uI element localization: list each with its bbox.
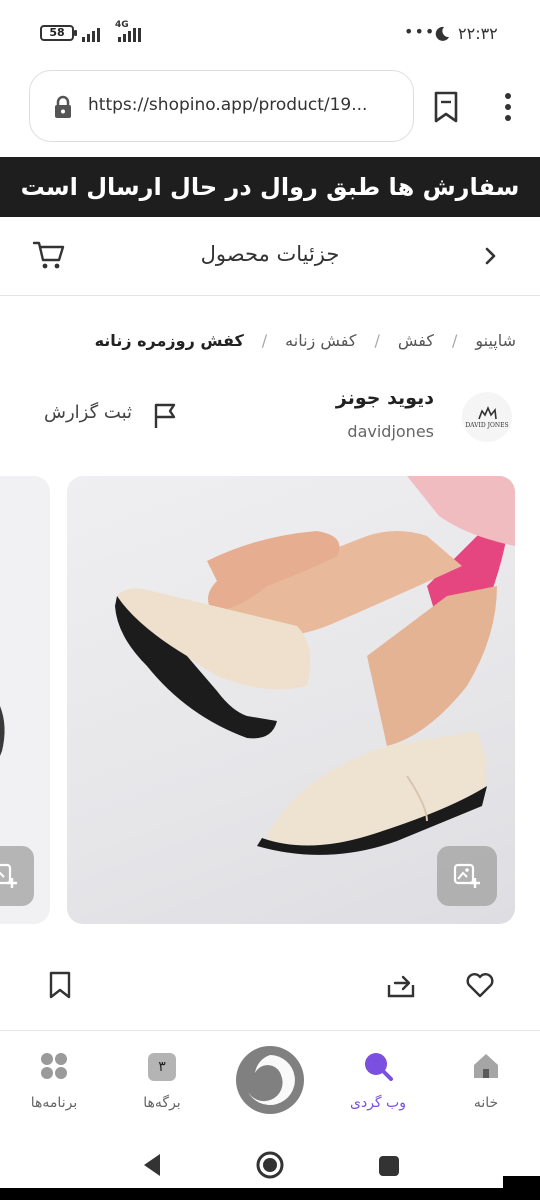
nav-browse-label: وب گردی — [350, 1095, 406, 1111]
add-image-button[interactable] — [437, 846, 497, 906]
announcement-banner: سفارش ها طبق روال در حال ارسال است — [0, 157, 540, 217]
bottom-navigation: برنامه‌ها ۳ برگه‌ها وب گردی خانه — [0, 1030, 540, 1134]
nav-tabs-label: برگه‌ها — [143, 1095, 181, 1111]
search-icon — [365, 1053, 393, 1081]
battery-icon: 58 — [40, 25, 77, 41]
back-icon[interactable] — [140, 1152, 164, 1178]
banner-text: سفارش ها طبق روال در حال ارسال است — [20, 173, 520, 201]
url-text[interactable]: https://shopino.app/product/19... — [88, 95, 367, 115]
bookmark-add-icon[interactable] — [432, 90, 460, 124]
nav-tabs[interactable]: ۳ برگه‌ها — [112, 1031, 212, 1135]
flag-icon[interactable] — [152, 402, 178, 430]
nav-logo[interactable] — [220, 1031, 320, 1135]
chevron-right-icon[interactable] — [484, 246, 498, 266]
brand-logo[interactable]: DAVID JONES — [462, 392, 512, 442]
page-title: جزئیات محصول — [200, 242, 340, 266]
brand-logo-mark — [478, 405, 497, 420]
recents-icon[interactable] — [377, 1154, 401, 1178]
breadcrumb-separator: / — [261, 331, 268, 350]
brand-name[interactable]: دیوید جونز — [336, 387, 434, 409]
logo-icon — [236, 1046, 304, 1114]
breadcrumb-separator: / — [451, 331, 458, 350]
status-time: ۲۲:۳۲ — [458, 24, 498, 43]
bookmark-icon — [49, 971, 71, 999]
signal-icon — [82, 26, 100, 42]
product-image-previous[interactable] — [0, 476, 50, 924]
add-image-icon — [453, 863, 480, 888]
notification-dots: ••• — [404, 22, 436, 41]
nav-apps[interactable]: برنامه‌ها — [4, 1031, 104, 1135]
breadcrumb-separator: / — [374, 331, 380, 350]
share-icon — [387, 975, 415, 998]
screen-edge-corner — [503, 1176, 540, 1200]
moon-icon — [435, 26, 449, 41]
breadcrumb-item-casual-women-shoes[interactable]: کفش روزمره زنانه — [95, 331, 244, 350]
heart-icon — [466, 973, 494, 998]
brand-logo-text: DAVID JONES — [465, 422, 509, 429]
more-options-icon[interactable] — [500, 90, 516, 124]
breadcrumb-item-women-shoes[interactable]: کفش زنانه — [285, 331, 356, 350]
home-button-icon[interactable] — [255, 1150, 285, 1180]
favorite-button[interactable] — [457, 962, 503, 1008]
apps-icon — [41, 1053, 67, 1079]
tabs-icon: ۳ — [148, 1053, 176, 1081]
bookmark-button[interactable] — [37, 962, 83, 1008]
signal-icon-2 — [118, 26, 141, 42]
home-icon — [474, 1054, 498, 1078]
breadcrumb: شاپینو / کفش / کفش زنانه / کفش روزمره زن… — [95, 331, 516, 350]
page-header: جزئیات محصول — [0, 218, 540, 296]
nav-browse[interactable]: وب گردی — [328, 1031, 428, 1135]
add-image-button-previous[interactable] — [0, 846, 34, 906]
lock-icon — [55, 95, 71, 118]
status-bar: 58 4G ••• ۲۲:۳۲ — [0, 0, 540, 66]
nav-apps-label: برنامه‌ها — [30, 1095, 78, 1111]
nav-home[interactable]: خانه — [436, 1031, 536, 1135]
breadcrumb-item-shopino[interactable]: شاپینو — [475, 331, 516, 350]
product-image-main[interactable] — [67, 476, 515, 924]
nav-home-label: خانه — [473, 1095, 499, 1111]
report-button[interactable]: ثبت گزارش — [44, 402, 132, 423]
share-button[interactable] — [378, 962, 424, 1008]
brand-handle[interactable]: davidjones — [347, 422, 434, 441]
battery-level: 58 — [49, 26, 65, 39]
breadcrumb-item-shoes[interactable]: کفش — [398, 331, 434, 350]
url-bar[interactable]: https://shopino.app/product/19... — [29, 70, 414, 142]
add-image-icon — [0, 863, 17, 888]
report-label: ثبت گزارش — [44, 402, 133, 423]
screen-edge — [0, 1188, 540, 1200]
